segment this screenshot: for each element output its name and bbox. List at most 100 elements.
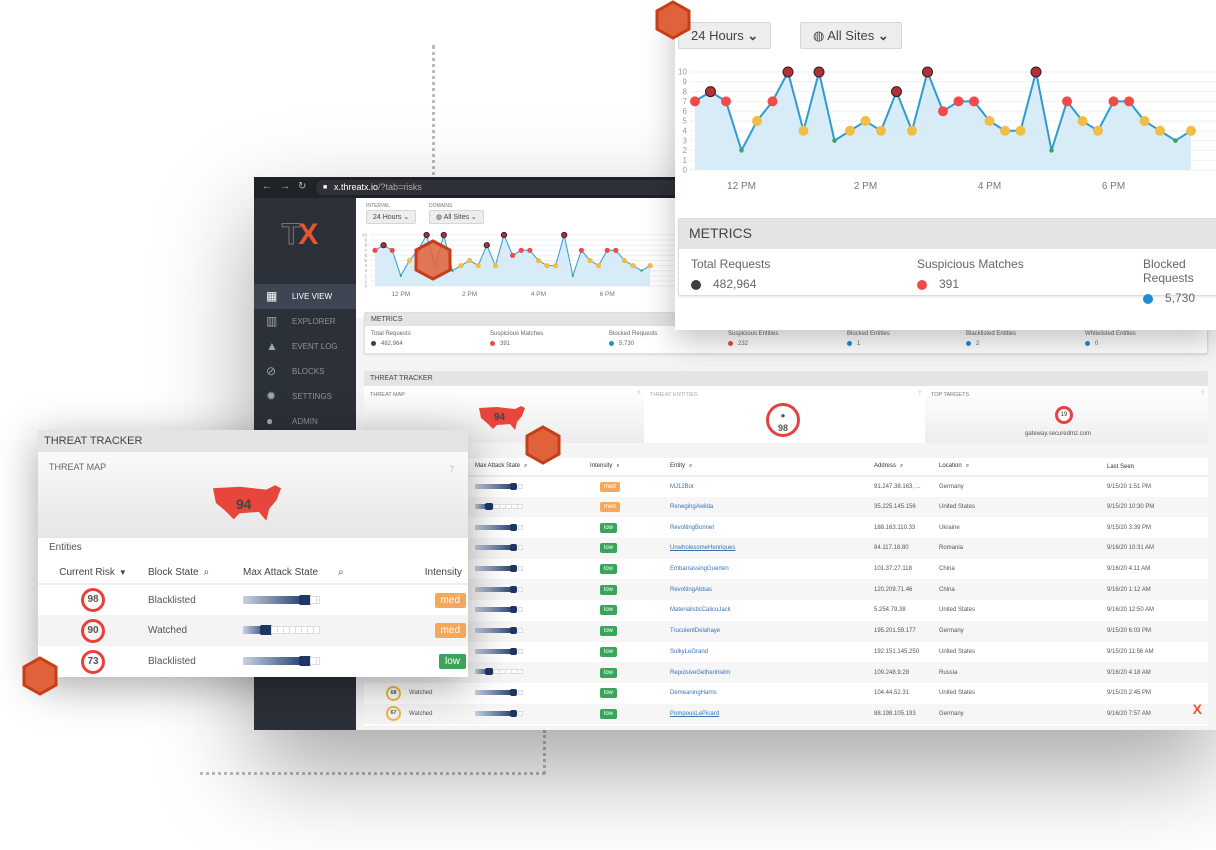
sidebar-item-blocks[interactable]: ⊘ BLOCKS: [254, 359, 356, 384]
data-point[interactable]: [647, 263, 653, 269]
data-point[interactable]: [1139, 116, 1150, 126]
entity-link[interactable]: RevoltingBonnet: [670, 525, 714, 531]
data-point[interactable]: [860, 116, 871, 126]
data-point[interactable]: [953, 96, 964, 107]
data-point[interactable]: [587, 257, 593, 264]
table-row[interactable]: 67 Watched low PompousLePicard 88.198.105.19…: [364, 703, 1208, 725]
column-header[interactable]: Current Risk ▼: [38, 562, 148, 584]
data-point[interactable]: [630, 263, 636, 269]
data-point[interactable]: [372, 247, 378, 253]
data-point[interactable]: [510, 252, 516, 258]
data-point[interactable]: [596, 263, 602, 269]
data-point[interactable]: [440, 231, 447, 239]
data-point[interactable]: [389, 247, 395, 253]
sidebar-item-event-log[interactable]: ▲ EVENT LOG: [254, 334, 356, 359]
data-point[interactable]: [380, 242, 387, 249]
help-icon[interactable]: ?: [449, 464, 454, 474]
data-point[interactable]: [891, 86, 902, 98]
search-icon[interactable]: ⌕: [689, 463, 692, 469]
data-point[interactable]: [544, 263, 550, 269]
data-point[interactable]: [518, 247, 524, 253]
data-point[interactable]: [739, 148, 744, 153]
data-point[interactable]: [1015, 125, 1026, 136]
data-point[interactable]: [1000, 125, 1010, 136]
search-icon[interactable]: ⌕: [966, 463, 969, 469]
data-point[interactable]: [561, 231, 568, 239]
data-point[interactable]: [527, 247, 533, 253]
data-point[interactable]: [1062, 96, 1072, 107]
entity-link[interactable]: MJ12Bot: [670, 484, 694, 490]
data-point[interactable]: [640, 269, 643, 272]
column-header[interactable]: Entity ⌕: [670, 458, 874, 476]
search-icon[interactable]: ⌕: [338, 567, 344, 578]
data-point[interactable]: [1124, 96, 1134, 107]
entity-link[interactable]: TruculentDelahaye: [670, 628, 720, 634]
data-point[interactable]: [613, 247, 619, 253]
entity-link[interactable]: UnwholesomeHenriques: [670, 545, 735, 551]
data-point[interactable]: [876, 125, 886, 136]
data-point[interactable]: [500, 231, 508, 239]
data-point[interactable]: [690, 96, 700, 107]
data-point[interactable]: [798, 125, 809, 136]
sort-desc-icon[interactable]: ▼: [119, 568, 127, 577]
data-point[interactable]: [578, 247, 584, 253]
entity-link[interactable]: RepulsiveGethenhielm: [670, 670, 730, 676]
data-point[interactable]: [1093, 125, 1103, 136]
entity-link[interactable]: SulkyLeGrand: [670, 649, 708, 655]
forward-icon[interactable]: →: [280, 181, 290, 192]
table-row[interactable]: low RepulsiveGethenhielm 109.248.9.28 Russi…: [364, 662, 1208, 683]
data-point[interactable]: [535, 257, 541, 264]
data-point[interactable]: [621, 257, 627, 264]
data-point[interactable]: [721, 96, 731, 107]
column-header[interactable]: Block State⌕: [148, 562, 243, 584]
data-point[interactable]: [1108, 96, 1119, 107]
entity-link[interactable]: PompousLePicard: [670, 711, 719, 717]
data-point[interactable]: [483, 242, 490, 249]
column-header[interactable]: Intensity: [403, 562, 468, 584]
entity-link[interactable]: RenegingAwilda: [670, 504, 713, 510]
threat-entities-card[interactable]: THREAT ENTITIES ? ● 98: [644, 386, 925, 443]
search-icon[interactable]: ⌕: [616, 463, 619, 469]
data-point[interactable]: [553, 263, 559, 269]
data-point[interactable]: [475, 263, 481, 269]
data-point[interactable]: [571, 274, 574, 277]
column-header[interactable]: Address ⌕: [874, 458, 939, 476]
data-point[interactable]: [813, 66, 825, 78]
data-point[interactable]: [1049, 148, 1054, 153]
entity-link[interactable]: MaterialisticCalicoJack: [670, 607, 731, 613]
entity-link[interactable]: EmbarrassingGuerten: [670, 566, 729, 572]
table-row[interactable]: med RenegingAwilda 35.225.145.156 United St…: [364, 496, 1208, 518]
data-point[interactable]: [1155, 125, 1165, 136]
data-point[interactable]: [1077, 116, 1088, 126]
table-row[interactable]: 98 Blacklisted med: [38, 584, 468, 615]
data-point[interactable]: [752, 116, 762, 126]
data-point[interactable]: [1186, 125, 1196, 136]
table-row[interactable]: low EmbarrassingGuerten 101.37.27.118 China…: [364, 558, 1208, 580]
data-point[interactable]: [1030, 66, 1042, 78]
back-icon[interactable]: ←: [262, 181, 272, 192]
data-point[interactable]: [969, 96, 979, 107]
data-point[interactable]: [705, 86, 716, 98]
interval-dropdown[interactable]: 24 Hours ⌄: [366, 210, 417, 224]
help-icon[interactable]: ?: [637, 391, 640, 397]
table-row[interactable]: low TruculentDelahaye 195.201.59.177 German…: [364, 620, 1208, 642]
sidebar-item-explorer[interactable]: ▥ EXPLORER: [254, 309, 356, 334]
data-point[interactable]: [458, 263, 464, 269]
data-point[interactable]: [467, 257, 473, 264]
table-row[interactable]: low RevoltingAbbas 120.209.71.46 China 9/16/…: [364, 579, 1208, 601]
data-point[interactable]: [782, 66, 794, 78]
column-header[interactable]: Intensity ⌕: [590, 458, 670, 476]
table-row[interactable]: low MaterialisticCalicoJack 5.254.79.38 Uni…: [364, 600, 1208, 621]
entity-link[interactable]: DemeaningHarris: [670, 690, 717, 696]
sidebar-item-live-view[interactable]: ▦ LIVE VIEW: [254, 284, 356, 309]
table-row[interactable]: 73 Blacklisted low: [38, 646, 468, 677]
threat-map-card[interactable]: THREAT MAP ? 94: [38, 452, 468, 538]
data-point[interactable]: [832, 138, 837, 143]
table-row[interactable]: low UnwholesomeHenriques 84.117.18.80 Roman…: [364, 538, 1208, 559]
data-point[interactable]: [907, 125, 917, 136]
data-point[interactable]: [492, 263, 498, 269]
column-header[interactable]: Last Seen: [1107, 458, 1208, 476]
search-icon[interactable]: ⌕: [204, 567, 210, 578]
entity-link[interactable]: RevoltingAbbas: [670, 587, 712, 593]
help-icon[interactable]: ?: [918, 391, 921, 397]
